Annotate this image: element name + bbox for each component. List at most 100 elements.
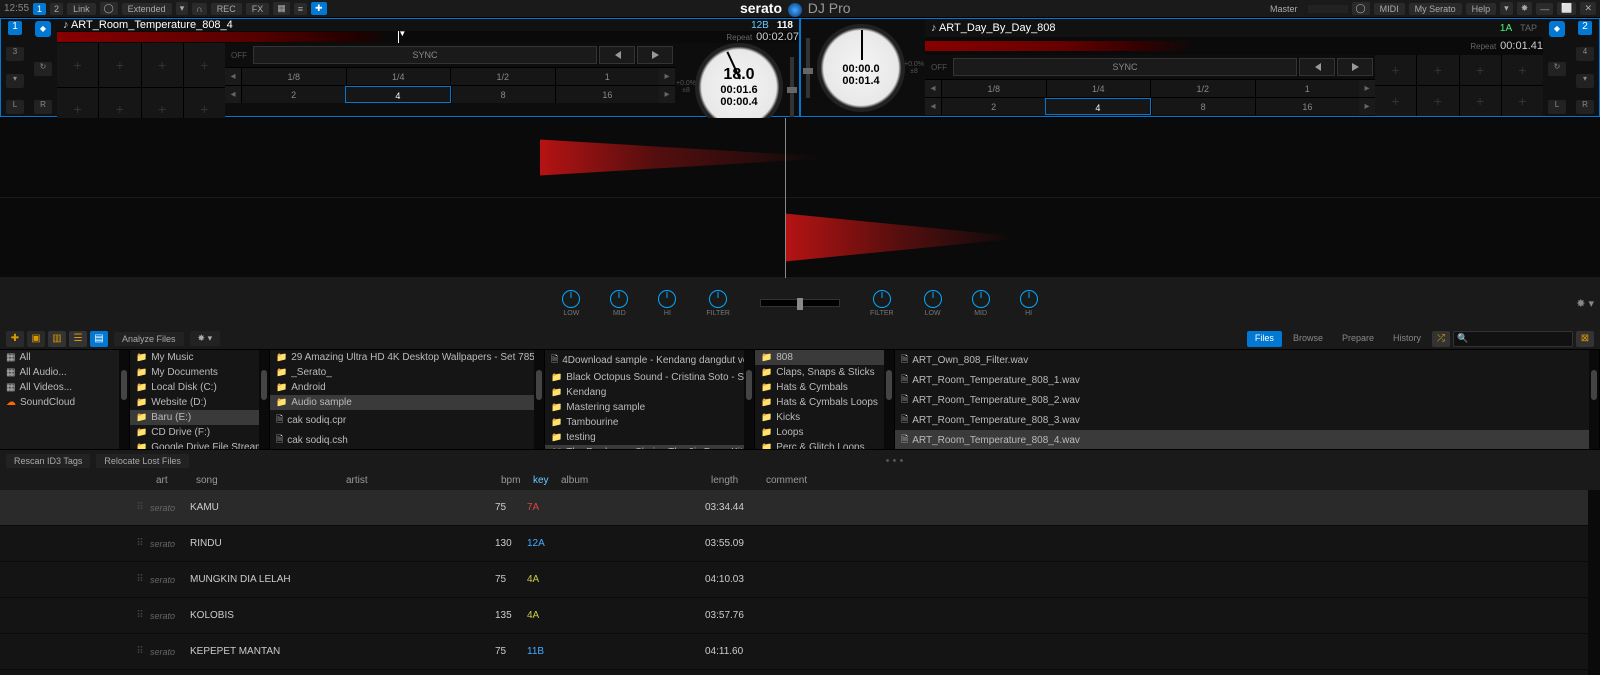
deck1-sync-button[interactable]: SYNC	[253, 46, 597, 64]
drag-handle-icon[interactable]: ⠿	[130, 502, 150, 513]
browser-item[interactable]: 📁 Kendang▸	[545, 385, 754, 400]
deck1-hi-knob[interactable]	[658, 290, 676, 308]
deck1-overview-waveform[interactable]: ▼ Repeat 00:02.07	[57, 31, 799, 43]
layout-1-button[interactable]: 1	[33, 3, 46, 15]
add-crate-icon[interactable]: ✚	[6, 331, 24, 347]
deck1-slip-icon[interactable]: ◆	[35, 21, 51, 37]
browser-item[interactable]: 📁 Mastering sample▸	[545, 400, 754, 415]
browser-item[interactable]: 📁 Android▸	[270, 380, 544, 395]
deck2-prev-button[interactable]	[1299, 58, 1335, 76]
col-album[interactable]: album	[555, 472, 705, 490]
deck1-beat-left-icon[interactable]: ◂	[225, 68, 241, 85]
prepare-tab[interactable]: Prepare	[1334, 331, 1382, 347]
deck2-cue-3[interactable]: +	[1460, 55, 1501, 85]
deck2-cue-7[interactable]: +	[1460, 86, 1501, 116]
deck2-low-knob[interactable]	[924, 290, 942, 308]
deck1-cue-1[interactable]: +	[57, 43, 98, 87]
deck1-three-label[interactable]: 3	[6, 47, 24, 61]
view-mode-select[interactable]: Extended	[122, 3, 172, 15]
sidebar-scrollbar[interactable]	[119, 350, 129, 449]
deck2-beat-right2-icon[interactable]: ▸	[1359, 98, 1375, 115]
browser-item[interactable]: 🗎 cak sodiq.csh	[270, 430, 544, 449]
col5-scrollbar[interactable]	[884, 350, 894, 449]
browser-item[interactable]: 📁 Website (D:)▸	[130, 395, 269, 410]
fx-button[interactable]: FX	[246, 3, 270, 15]
deck1-prev-button[interactable]	[599, 46, 635, 64]
col-artist[interactable]: artist	[340, 472, 495, 490]
library-track-row[interactable]: ⠿seratoRINDU13012A03:55.09	[0, 526, 1600, 562]
smart-crate-icon[interactable]: ▥	[48, 331, 66, 347]
library-track-row[interactable]: ⠿seratoKEMBALI1352A05:10.72	[0, 670, 1600, 675]
deck2-beat-4[interactable]: 4	[1045, 98, 1150, 115]
deck2-off-label[interactable]: OFF	[927, 63, 951, 72]
deck2-cue-6[interactable]: +	[1417, 86, 1458, 116]
browser-item[interactable]: 📁 The Producers Choice The 6ix Drum Kit▸	[545, 445, 754, 449]
deck2-beat-16[interactable]: 16	[1255, 98, 1359, 115]
deck1-down-icon[interactable]: ▾	[6, 74, 24, 88]
col4-scrollbar[interactable]	[744, 350, 754, 449]
close-icon[interactable]: ✕	[1580, 2, 1596, 15]
deck1-cue-2[interactable]: +	[99, 43, 140, 87]
link-button[interactable]: Link	[67, 3, 96, 15]
col-bpm[interactable]: bpm	[495, 472, 527, 490]
browser-item[interactable]: 📁 Google Drive File Stream (G:)▸	[130, 440, 269, 449]
headphone-icon[interactable]: ∩	[192, 3, 206, 15]
deck2-cue-4[interactable]: +	[1502, 55, 1543, 85]
sidebar-all-videos[interactable]: ▦ All Videos...	[0, 380, 129, 395]
eq-settings-icon[interactable]: ✸ ▾	[1576, 297, 1594, 310]
deck2-cue-2[interactable]: +	[1417, 55, 1458, 85]
deck1-cue-3[interactable]: +	[142, 43, 183, 87]
browser-item[interactable]: 📁 Audio sample▸	[270, 395, 544, 410]
view-dropdown-icon[interactable]: ▾	[176, 2, 189, 15]
browser-item[interactable]: 🗎 ART_Room_Temperature_808_2.wav	[895, 390, 1599, 410]
col6-scrollbar[interactable]	[1589, 350, 1599, 449]
rec-button[interactable]: REC	[211, 3, 242, 15]
browser-item[interactable]: 📁 Local Disk (C:)▸	[130, 380, 269, 395]
deck2-beat-left2-icon[interactable]: ◂	[925, 98, 941, 115]
col3-scrollbar[interactable]	[534, 350, 544, 449]
deck2-sync-button[interactable]: SYNC	[953, 58, 1297, 76]
deck1-beat-8[interactable]: 8	[451, 86, 555, 103]
col-length[interactable]: length	[705, 472, 760, 490]
deck1-pitch-slider[interactable]	[790, 57, 794, 117]
column-view-icon[interactable]: ▤	[90, 331, 108, 347]
deck2-beat-1-2[interactable]: 1/2	[1150, 80, 1255, 97]
browser-item[interactable]: 📁 Claps, Snaps & Sticks▸	[755, 365, 894, 380]
browser-item[interactable]: 📁 808▸	[755, 350, 894, 365]
crate-icon[interactable]: ▣	[27, 331, 45, 347]
deck1-filter-knob[interactable]	[709, 290, 727, 308]
drag-handle-icon[interactable]: ⠿	[130, 610, 150, 621]
deck2-filter-knob[interactable]	[873, 290, 891, 308]
col-key[interactable]: key	[527, 472, 555, 490]
deck2-beat-1-8[interactable]: 1/8	[941, 80, 1046, 97]
col-art[interactable]: art	[150, 472, 190, 490]
col-song[interactable]: song	[190, 472, 340, 490]
list-view-icon[interactable]: ☰	[69, 331, 87, 347]
clear-search-icon[interactable]: ⊠	[1576, 331, 1594, 347]
link-dropdown-icon[interactable]: ◯	[100, 2, 118, 15]
deck2-beat-1[interactable]: 1	[1255, 80, 1360, 97]
deck1-play-button[interactable]	[637, 46, 673, 64]
sampler-icon[interactable]: ▦	[273, 2, 290, 15]
browse-tab[interactable]: Browse	[1285, 331, 1331, 347]
deck2-overview-waveform[interactable]: Repeat 00:01.41	[925, 37, 1543, 55]
library-track-row[interactable]: ⠿seratoKOLOBIS1354A03:57.76	[0, 598, 1600, 634]
browser-item[interactable]: 📁 CD Drive (F:)▸	[130, 425, 269, 440]
deck1-beat-left2-icon[interactable]: ◂	[225, 86, 241, 103]
deck1-cue-4[interactable]: +	[184, 43, 225, 87]
library-track-row[interactable]: ⠿seratoKAMU757A03:34.44	[0, 490, 1600, 526]
browser-item[interactable]: 📁 Kicks▸	[755, 410, 894, 425]
deck2-cue-1[interactable]: +	[1375, 55, 1416, 85]
browser-item[interactable]: 📁 Perc & Glitch Loops▸	[755, 440, 894, 449]
deck2-mid-knob[interactable]	[972, 290, 990, 308]
deck1-beat-1[interactable]: 1	[555, 68, 660, 85]
help-dropdown-icon[interactable]: ▾	[1500, 2, 1513, 15]
deck2-down-icon[interactable]: ▾	[1576, 74, 1594, 88]
deck2-loop-icon[interactable]: ↻	[1548, 62, 1566, 76]
grid-icon[interactable]: ≡	[294, 3, 307, 15]
sidebar-all[interactable]: ▦ All	[0, 350, 129, 365]
browser-item[interactable]: 📁 Loops▸	[755, 425, 894, 440]
analyze-files-button[interactable]: Analyze Files	[114, 332, 184, 346]
github-icon[interactable]: ◯	[1352, 2, 1370, 15]
deck1-beat-4[interactable]: 4	[345, 86, 450, 103]
